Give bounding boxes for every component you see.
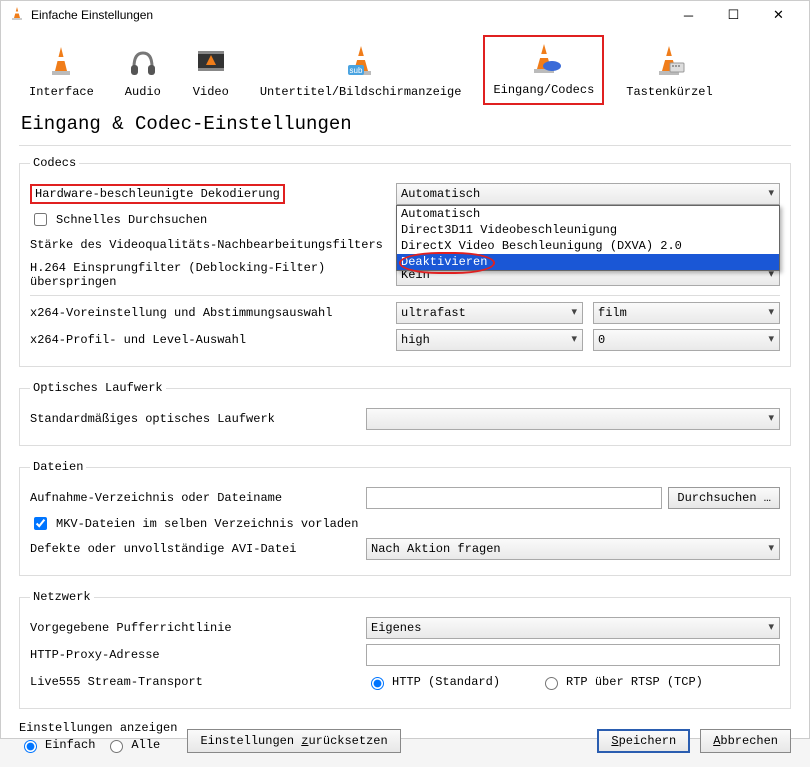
- files-legend: Dateien: [30, 460, 86, 474]
- fast-seek-checkbox[interactable]: [34, 213, 47, 226]
- record-dir-label: Aufnahme-Verzeichnis oder Dateiname: [30, 491, 360, 505]
- subtitles-icon: sub: [342, 43, 380, 81]
- window-title: Einfache Einstellungen: [31, 8, 666, 22]
- app-icon: [9, 6, 25, 25]
- titlebar: Einfache Einstellungen ─ ☐ ✕: [1, 1, 809, 29]
- tab-label: Video: [193, 85, 229, 99]
- files-group: Dateien Aufnahme-Verzeichnis oder Datein…: [19, 460, 791, 576]
- show-simple-radio[interactable]: Einfach: [19, 737, 95, 753]
- live555-rtp-input[interactable]: [545, 677, 558, 690]
- hotkeys-icon: [650, 43, 688, 81]
- codecs-legend: Codecs: [30, 156, 79, 170]
- proxy-input[interactable]: [366, 644, 780, 666]
- svg-text:sub: sub: [349, 66, 362, 75]
- optical-legend: Optisches Laufwerk: [30, 381, 166, 395]
- cancel-button-label: Abbrechen: [713, 734, 778, 748]
- show-all-label: Alle: [131, 738, 160, 752]
- browse-button[interactable]: Durchsuchen …: [668, 487, 780, 509]
- x264-level-select[interactable]: 0: [593, 329, 780, 351]
- close-button[interactable]: ✕: [756, 1, 801, 29]
- tabs-bar: Interface Audio Video sub Untertitel/Bil…: [19, 29, 791, 105]
- tab-label: Audio: [125, 85, 161, 99]
- buffer-label: Vorgegebene Pufferrichtlinie: [30, 621, 360, 635]
- hw-decode-label-text: Hardware-beschleunigte Dekodierung: [30, 184, 285, 204]
- x264-preset-label: x264-Voreinstellung und Abstimmungsauswa…: [30, 306, 390, 320]
- save-button-label: Speichern: [611, 734, 676, 748]
- avi-label: Defekte oder unvollständige AVI-Datei: [30, 542, 360, 556]
- page-title: Eingang & Codec-Einstellungen: [19, 105, 791, 146]
- hw-decode-option-disable-text: Deaktivieren: [401, 255, 487, 269]
- tab-hotkeys[interactable]: Tastenkürzel: [618, 39, 720, 105]
- bottom-bar: Einstellungen anzeigen Einfach Alle Eins…: [19, 713, 791, 759]
- live555-http-label: HTTP (Standard): [392, 675, 500, 689]
- hw-decode-option-disable[interactable]: Deaktivieren: [397, 254, 779, 270]
- hw-decode-select[interactable]: Automatisch: [396, 183, 780, 205]
- postproc-label: Stärke des Videoqualitäts-Nachbearbeitun…: [30, 238, 390, 252]
- live555-http-radio[interactable]: HTTP (Standard): [366, 674, 500, 690]
- minimize-button[interactable]: ─: [666, 1, 711, 29]
- hw-decode-option-d3d11[interactable]: Direct3D11 Videobeschleunigung: [397, 222, 779, 238]
- network-legend: Netzwerk: [30, 590, 94, 604]
- x264-tune-select[interactable]: film: [593, 302, 780, 324]
- x264-profile-select[interactable]: high: [396, 329, 583, 351]
- h264-skip-label: H.264 Einsprungfilter (Deblocking-Filter…: [30, 261, 390, 289]
- default-optical-select[interactable]: [366, 408, 780, 430]
- live555-http-input[interactable]: [371, 677, 384, 690]
- hw-decode-option-auto[interactable]: Automatisch: [397, 206, 779, 222]
- live555-label: Live555 Stream-Transport: [30, 675, 360, 689]
- cancel-button[interactable]: Abbrechen: [700, 729, 791, 753]
- audio-icon: [124, 43, 162, 81]
- record-dir-input[interactable]: [366, 487, 662, 509]
- tab-label: Tastenkürzel: [626, 85, 712, 99]
- preferences-window: Einfache Einstellungen ─ ☐ ✕ Interface A…: [0, 0, 810, 739]
- input-codecs-icon: [525, 41, 563, 79]
- mkv-preload-label: MKV-Dateien im selben Verzeichnis vorlad…: [56, 517, 358, 531]
- save-button[interactable]: Speichern: [597, 729, 690, 753]
- x264-preset-select[interactable]: ultrafast: [396, 302, 583, 324]
- live555-rtp-radio[interactable]: RTP über RTSP (TCP): [540, 674, 703, 690]
- show-simple-input[interactable]: [24, 740, 37, 753]
- avi-select[interactable]: Nach Aktion fragen: [366, 538, 780, 560]
- hw-decode-dropdown-list: Automatisch Direct3D11 Videobeschleunigu…: [396, 205, 780, 271]
- x264-profile-label: x264-Profil- und Level-Auswahl: [30, 333, 390, 347]
- hw-decode-label: Hardware-beschleunigte Dekodierung: [30, 184, 390, 204]
- tab-subtitles[interactable]: sub Untertitel/Bildschirmanzeige: [252, 39, 470, 105]
- tab-label: Interface: [29, 85, 94, 99]
- reset-button[interactable]: Einstellungen zurücksetzen: [187, 729, 400, 753]
- content-area: Interface Audio Video sub Untertitel/Bil…: [1, 29, 809, 767]
- hw-decode-option-dxva[interactable]: DirectX Video Beschleunigung (DXVA) 2.0: [397, 238, 779, 254]
- show-all-radio[interactable]: Alle: [105, 737, 160, 753]
- codecs-group: Codecs Hardware-beschleunigte Dekodierun…: [19, 156, 791, 367]
- buffer-select[interactable]: Eigenes: [366, 617, 780, 639]
- tab-audio[interactable]: Audio: [116, 39, 170, 105]
- optical-group: Optisches Laufwerk Standardmäßiges optis…: [19, 381, 791, 446]
- tab-interface[interactable]: Interface: [21, 39, 102, 105]
- tab-input-codecs[interactable]: Eingang/Codecs: [483, 35, 604, 105]
- divider: [30, 295, 780, 296]
- mkv-preload-checkbox[interactable]: [34, 517, 47, 530]
- reset-button-label: Einstellungen zurücksetzen: [200, 734, 387, 748]
- maximize-button[interactable]: ☐: [711, 1, 756, 29]
- show-settings-group: Einstellungen anzeigen Einfach Alle: [19, 721, 177, 753]
- tab-video[interactable]: Video: [184, 39, 238, 105]
- video-icon: [192, 43, 230, 81]
- show-all-input[interactable]: [110, 740, 123, 753]
- interface-icon: [42, 43, 80, 81]
- show-simple-label: Einfach: [45, 738, 95, 752]
- fast-seek-label: Schnelles Durchsuchen: [56, 213, 207, 227]
- tab-label: Eingang/Codecs: [493, 83, 594, 97]
- tab-label: Untertitel/Bildschirmanzeige: [260, 85, 462, 99]
- live555-rtp-label: RTP über RTSP (TCP): [566, 675, 703, 689]
- show-settings-label: Einstellungen anzeigen: [19, 721, 177, 735]
- proxy-label: HTTP-Proxy-Adresse: [30, 648, 360, 662]
- default-optical-label: Standardmäßiges optisches Laufwerk: [30, 412, 360, 426]
- network-group: Netzwerk Vorgegebene Pufferrichtlinie Ei…: [19, 590, 791, 709]
